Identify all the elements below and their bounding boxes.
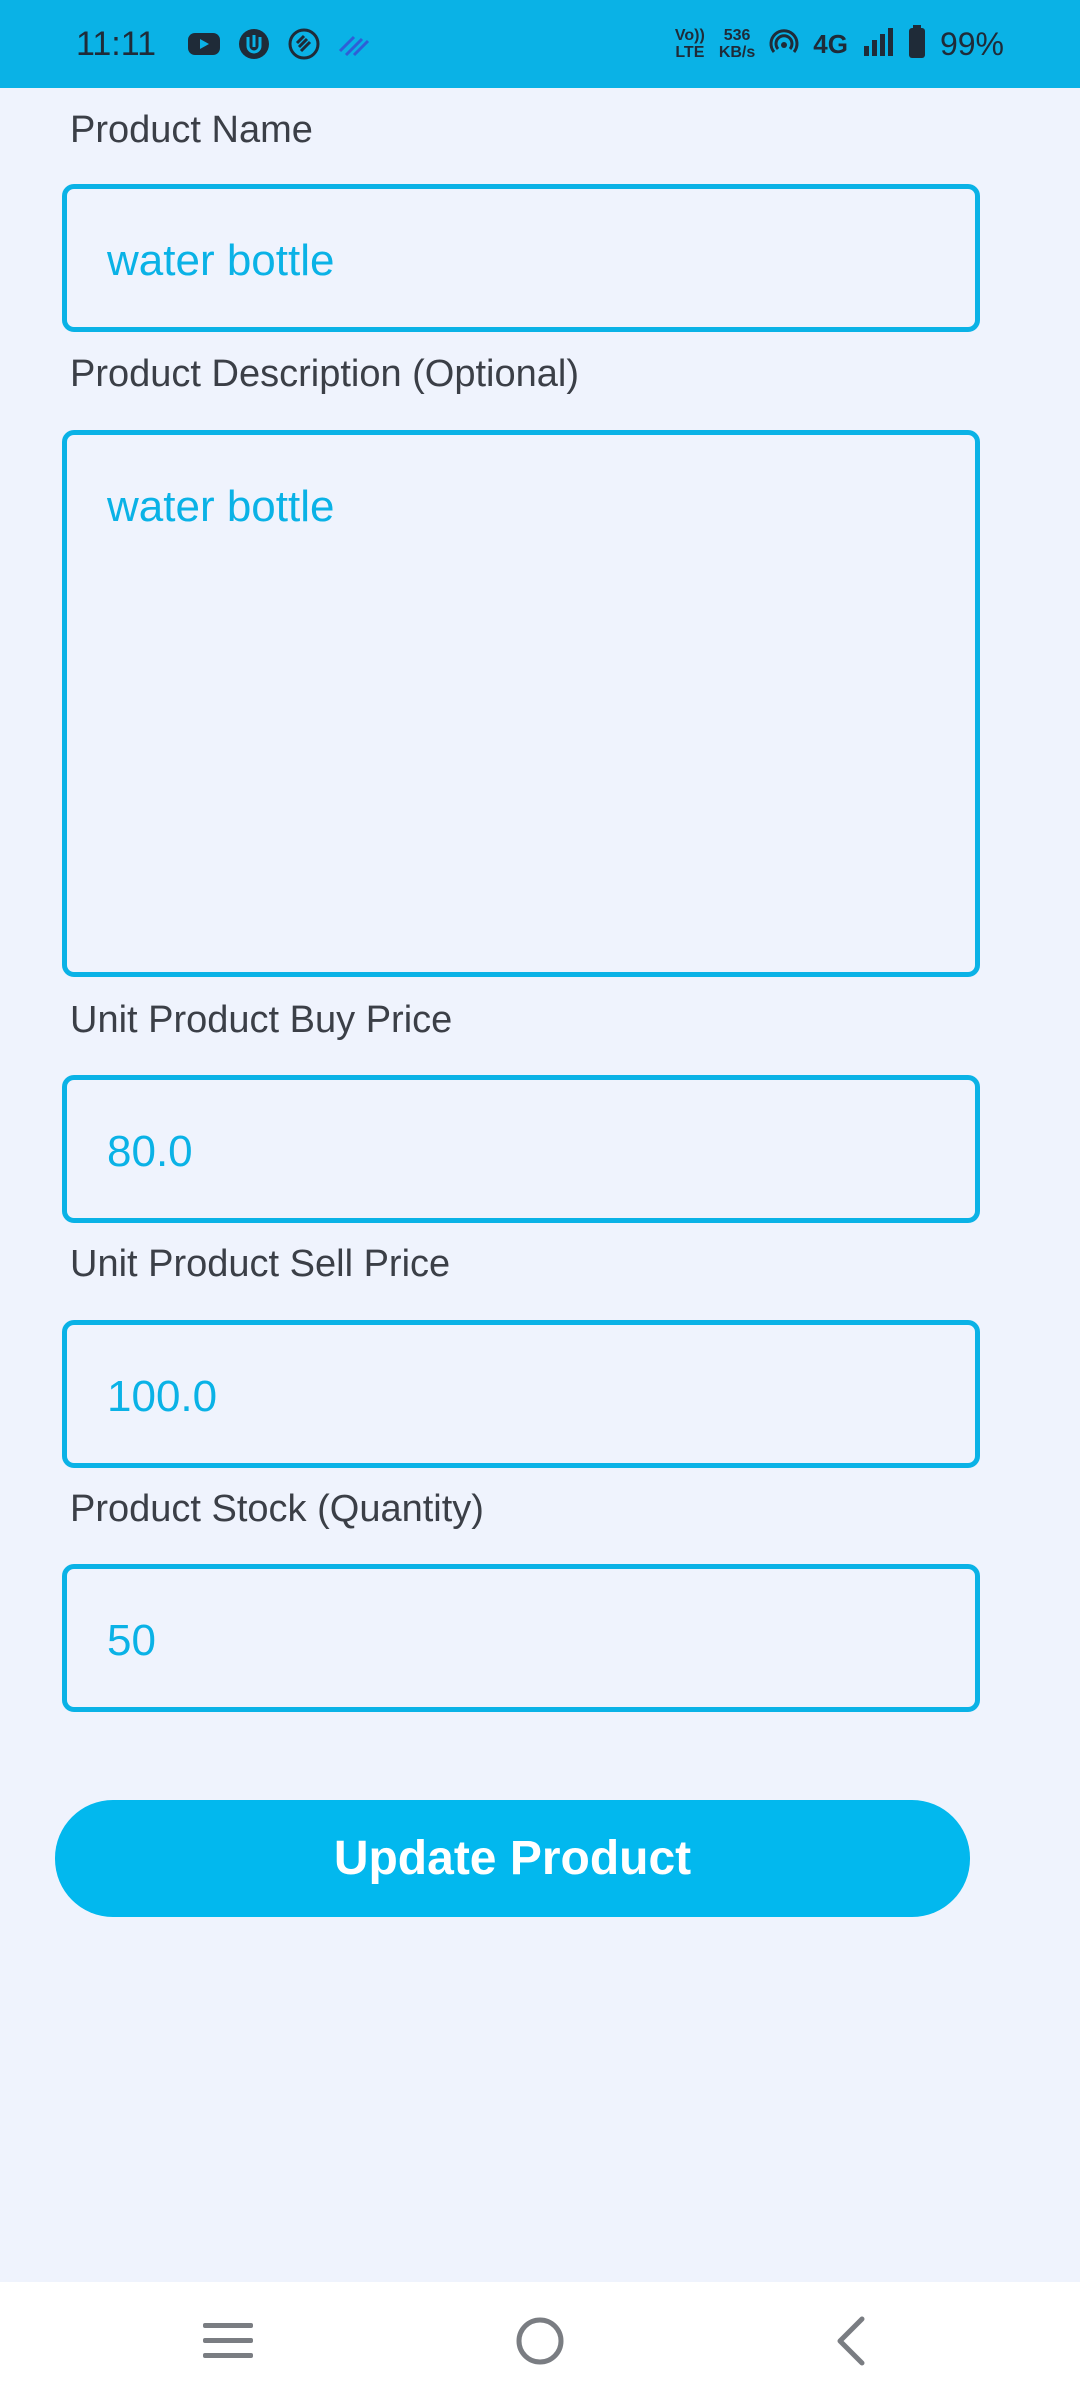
status-time: 11:11 xyxy=(76,25,157,63)
stock-label: Product Stock (Quantity) xyxy=(70,1488,484,1530)
buy-price-label: Unit Product Buy Price xyxy=(70,999,453,1041)
volte-top: Vo)) xyxy=(674,27,705,44)
navigation-bar xyxy=(0,2282,1080,2400)
volte-bottom: LTE xyxy=(675,44,705,61)
volte-indicator: Vo)) LTE xyxy=(675,27,705,61)
product-description-label: Product Description (Optional) xyxy=(70,353,579,395)
notification-icons xyxy=(186,26,372,62)
update-product-label: Update Product xyxy=(333,1832,692,1885)
sell-price-value[interactable]: 100.0 xyxy=(107,1369,217,1425)
sell-price-field[interactable]: 100.0 xyxy=(62,1320,980,1468)
status-bar: 11:11 Vo)) LTE 536 KB/s 4G 99% xyxy=(0,0,1080,88)
battery-percent: 99% xyxy=(939,26,1004,62)
network-type: 4G xyxy=(813,29,848,59)
home-icon[interactable] xyxy=(505,2306,575,2376)
system-status: Vo)) LTE 536 KB/s 4G 99% xyxy=(675,22,1004,66)
back-icon[interactable] xyxy=(815,2306,885,2376)
shazam-icon xyxy=(286,26,322,62)
product-name-field[interactable]: water bottle xyxy=(62,184,980,332)
waves-icon xyxy=(336,26,372,62)
product-name-label: Product Name xyxy=(70,109,313,151)
update-product-button[interactable]: Update Product xyxy=(55,1800,970,1917)
product-description-value[interactable]: water bottle xyxy=(107,479,334,535)
sell-price-label: Unit Product Sell Price xyxy=(70,1243,451,1285)
menu-icon[interactable] xyxy=(193,2306,263,2376)
battery-icon xyxy=(908,24,926,64)
youtube-icon xyxy=(186,26,222,62)
stock-value[interactable]: 50 xyxy=(107,1613,156,1669)
stock-field[interactable]: 50 xyxy=(62,1564,980,1712)
network-speed: 536 KB/s xyxy=(719,27,755,61)
product-name-value[interactable]: water bottle xyxy=(107,233,334,289)
buy-price-field[interactable]: 80.0 xyxy=(62,1075,980,1223)
speed-unit: KB/s xyxy=(718,44,756,61)
app-badge-icon xyxy=(236,26,272,62)
hotspot-icon xyxy=(769,27,799,62)
product-description-field[interactable]: water bottle xyxy=(62,430,980,977)
signal-icon xyxy=(862,26,894,63)
speed-value: 536 xyxy=(723,27,751,44)
buy-price-value[interactable]: 80.0 xyxy=(107,1124,193,1180)
